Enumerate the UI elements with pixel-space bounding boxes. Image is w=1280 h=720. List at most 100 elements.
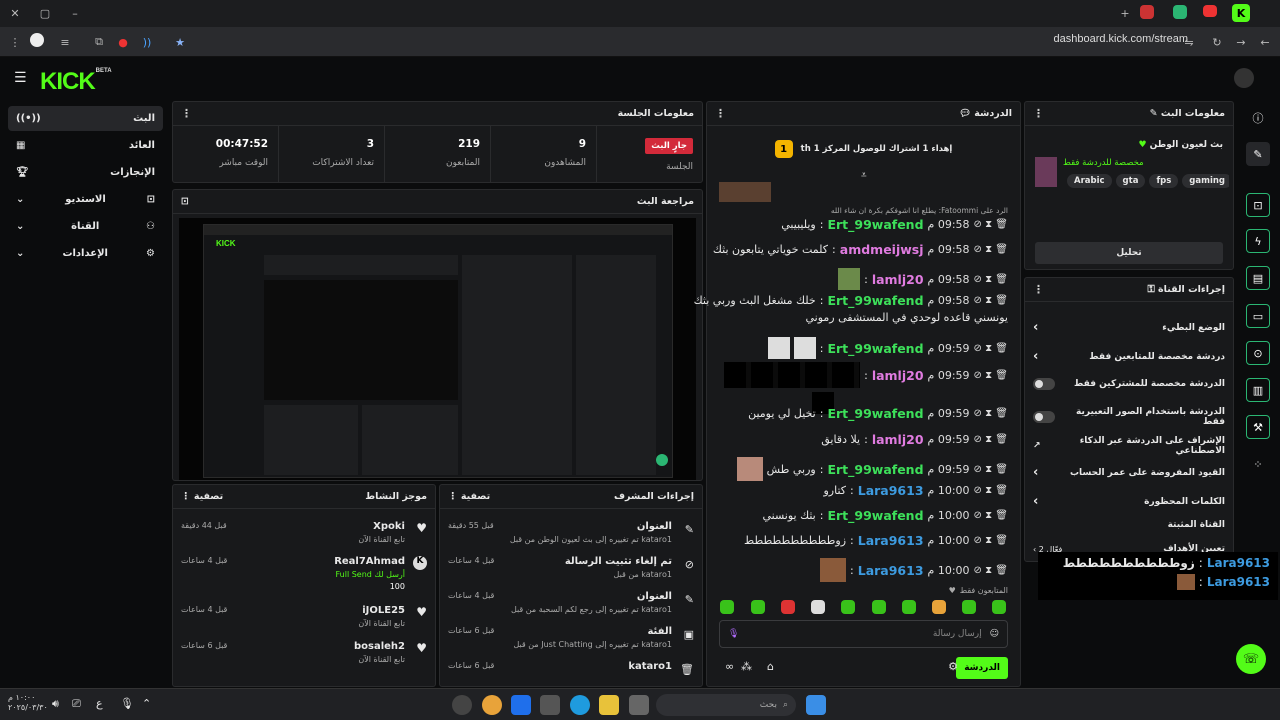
volume-icon[interactable]: 🔊︎: [52, 697, 59, 711]
channel-action-slow-mode[interactable]: الوضع البطيء ›: [1033, 320, 1225, 335]
mod-icons[interactable]: 🗑︎ ⧗ ⊘: [974, 343, 1008, 354]
store-icon[interactable]: ⌂: [767, 660, 774, 673]
profile-icon[interactable]: [30, 33, 44, 47]
language-indicator[interactable]: ع: [96, 697, 103, 710]
menu-icon[interactable]: ⋮: [6, 33, 24, 51]
audio-icon[interactable]: )): [138, 33, 156, 51]
site-settings-icon[interactable]: ⇋: [1180, 33, 1198, 51]
youtube-tab-icon[interactable]: [1203, 5, 1217, 17]
mod-icons[interactable]: 🗑︎ ⧗ ⊘: [974, 219, 1008, 230]
infinity-icon[interactable]: ∞: [725, 660, 734, 673]
sidebar-item-studio[interactable]: ⊡ الاستديو ⌄: [8, 187, 163, 212]
mod-icons[interactable]: 🗑︎ ⧗ ⊘: [974, 370, 1008, 381]
channel-action-account-age[interactable]: القيود المفروضة على عمر الحساب ›: [1033, 465, 1225, 480]
taskview-app-icon[interactable]: [629, 695, 649, 715]
sidebar-item-channel[interactable]: ⚇ القناة ⌄: [8, 214, 163, 239]
info-icon[interactable]: ⓘ: [1246, 106, 1270, 130]
expand-pinned-icon[interactable]: ⩡: [861, 170, 867, 181]
edit-stream-info-button[interactable]: تحليل: [1035, 242, 1223, 264]
outlook-app-icon[interactable]: [511, 695, 531, 715]
emote-button[interactable]: [720, 600, 734, 614]
tray-expand-icon[interactable]: ⌃: [142, 697, 151, 710]
more-options-icon[interactable]: ⋮: [1033, 283, 1044, 296]
lightning-icon[interactable]: ϟ: [1246, 229, 1270, 253]
mod-icons[interactable]: 🗑︎ ⧗ ⊘: [974, 464, 1008, 475]
sidebar-item-stream[interactable]: البث ((•)): [8, 106, 163, 131]
stats-toggle-icon[interactable]: ▥: [1246, 378, 1270, 402]
explorer-app-icon[interactable]: [599, 695, 619, 715]
mod-icons[interactable]: 🗑︎ ⧗ ⊘: [974, 535, 1008, 546]
emote-button[interactable]: [841, 600, 855, 614]
emote-button[interactable]: [811, 600, 825, 614]
emote-button[interactable]: [902, 600, 916, 614]
channel-action-banned-words[interactable]: الكلمات المحظورة ›: [1033, 494, 1225, 509]
group-icon[interactable]: ⁂: [741, 660, 752, 673]
emote-button[interactable]: [932, 600, 946, 614]
chat-input[interactable]: ☺ إرسال رسالة 🎙︎: [719, 620, 1008, 648]
category-label[interactable]: مخصصة للدردشة فقط: [1063, 158, 1144, 168]
extension-icon[interactable]: ≡: [56, 33, 74, 51]
preview-toggle-icon[interactable]: ⊡: [1246, 193, 1270, 217]
taskbar-search[interactable]: ⌕ بحث: [656, 694, 796, 716]
mod-icons[interactable]: 🗑︎ ⧗ ⊘: [974, 244, 1008, 255]
mod-icons[interactable]: 🗑︎ ⧗ ⊘: [974, 295, 1008, 306]
mod-icons[interactable]: 🗑︎ ⧗ ⊘: [974, 274, 1008, 285]
reload-icon[interactable]: ↻: [1208, 33, 1226, 51]
back-icon[interactable]: ←: [1256, 33, 1274, 51]
edit-layout-icon[interactable]: ✎: [1246, 142, 1270, 166]
more-options-icon[interactable]: ⋮: [181, 107, 192, 120]
clock[interactable]: ١٠:٠٠ م ٢٠٢٥/٠٣/٣٠: [8, 693, 48, 713]
emotes-only-toggle[interactable]: [1033, 411, 1055, 423]
store-app-icon[interactable]: [540, 695, 560, 715]
emote-button[interactable]: [962, 600, 976, 614]
channel-action-followers-only[interactable]: دردشة مخصصة للمتابعين فقط ›: [1033, 349, 1225, 364]
url-text[interactable]: dashboard.kick.com/stream: [1054, 33, 1189, 45]
emote-button[interactable]: [872, 600, 886, 614]
chat-toggle-icon[interactable]: ▭: [1246, 304, 1270, 328]
user-avatar[interactable]: [1234, 68, 1254, 88]
hamburger-menu-icon[interactable]: ☰: [14, 70, 27, 86]
emote-button[interactable]: [751, 600, 765, 614]
emote-button[interactable]: [781, 600, 795, 614]
tab-favicon-icon[interactable]: [1140, 5, 1154, 19]
stream-preview-video[interactable]: KICK: [179, 218, 696, 480]
edge-app-icon[interactable]: [570, 695, 590, 715]
tab-favicon-icon[interactable]: [1173, 5, 1187, 19]
sidebar-item-achievements[interactable]: الإنجازات 🏆︎: [8, 160, 163, 185]
minimize-icon[interactable]: –: [66, 4, 84, 22]
microphone-icon[interactable]: 🎙︎: [120, 697, 134, 710]
emoji-icon[interactable]: ☺: [990, 629, 999, 639]
kick-logo[interactable]: KICKBETA: [40, 68, 112, 96]
filter-button[interactable]: تصفية ⋮: [448, 491, 490, 502]
mod-icons[interactable]: 🗑︎ ⧗ ⊘: [974, 510, 1008, 521]
microphone-icon[interactable]: 🎙︎: [728, 629, 739, 639]
chrome-app-icon[interactable]: [482, 695, 502, 715]
subscribers-only-toggle[interactable]: [1033, 378, 1055, 390]
kick-tab-icon[interactable]: K: [1232, 4, 1250, 22]
restore-icon[interactable]: ▢: [36, 4, 54, 22]
new-tab-icon[interactable]: +: [1116, 4, 1134, 22]
close-icon[interactable]: ✕: [6, 4, 24, 22]
extensions-icon[interactable]: ⧉: [90, 33, 108, 51]
start-icon[interactable]: [806, 695, 826, 715]
broadcast-toggle-icon[interactable]: ⊙: [1246, 341, 1270, 365]
network-icon[interactable]: ⎚: [72, 697, 81, 711]
obs-app-icon[interactable]: [452, 695, 472, 715]
chat-settings-icon[interactable]: ⚙: [948, 660, 958, 673]
emote-button[interactable]: [992, 600, 1006, 614]
filter-button[interactable]: تصفية ⋮: [181, 491, 223, 502]
sidebar-item-settings[interactable]: ⚙ الإعدادات ⌄: [8, 241, 163, 266]
mod-icons[interactable]: 🗑︎ ⧗ ⊘: [974, 434, 1008, 445]
pinned-gift-banner[interactable]: إهداء 1 اشتراك للوصول المركز 1 th 1: [707, 130, 1020, 168]
mod-icons[interactable]: 🗑︎ ⧗ ⊘: [974, 565, 1008, 576]
more-options-icon[interactable]: ⋮: [715, 107, 726, 120]
send-chat-button[interactable]: الدردشة: [956, 657, 1008, 679]
tools-icon[interactable]: ⚒: [1246, 415, 1270, 439]
mod-icons[interactable]: 🗑︎ ⧗ ⊘: [974, 408, 1008, 419]
mod-icons[interactable]: 🗑︎ ⧗ ⊘: [974, 485, 1008, 496]
record-icon[interactable]: ●: [114, 33, 132, 51]
support-icon[interactable]: ☏: [1236, 644, 1266, 674]
forward-icon[interactable]: →: [1232, 33, 1250, 51]
sidebar-item-revenue[interactable]: العائد ▦: [8, 133, 163, 158]
more-options-icon[interactable]: ⋮: [1033, 107, 1044, 120]
